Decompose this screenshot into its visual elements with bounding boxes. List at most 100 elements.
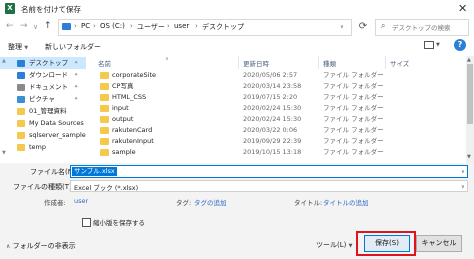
sidebar-item-label: My Data Sources xyxy=(29,119,84,127)
folder-icon xyxy=(17,119,25,127)
excel-icon: X xyxy=(5,3,15,14)
sidebar-item[interactable]: ピクチャ ✦ xyxy=(0,93,86,105)
window-title: 名前を付けて保存 xyxy=(21,5,81,14)
filename-value[interactable]: サンプル.xlsx xyxy=(72,167,117,176)
folder-icon xyxy=(100,138,109,145)
breadcrumb-pc[interactable]: PC xyxy=(81,22,90,30)
scroll-down-icon[interactable]: ▼ xyxy=(467,154,471,160)
file-modified: 2020/03/22 0:06 xyxy=(243,126,298,134)
breadcrumb-users[interactable]: ユーザー xyxy=(137,22,165,32)
sidebar-item[interactable]: sqlserver_sample xyxy=(0,129,86,141)
file-modified: 2019/07/15 2:20 xyxy=(243,93,298,101)
folder-icon xyxy=(17,143,25,151)
cancel-button[interactable]: キャンセル xyxy=(416,235,462,252)
refresh-icon[interactable]: ⟳ xyxy=(356,20,370,34)
download-icon xyxy=(17,71,25,79)
sidebar-item[interactable]: My Data Sources xyxy=(0,117,86,129)
chevron-right-icon: › xyxy=(74,22,77,30)
picture-icon xyxy=(17,95,25,103)
folder-icon xyxy=(100,105,109,112)
breadcrumb-drive[interactable]: OS (C:) xyxy=(100,22,125,30)
scroll-up-icon[interactable]: ▲ xyxy=(467,57,471,63)
file-row[interactable]: input 2020/02/24 15:30 ファイル フォルダー xyxy=(86,103,466,114)
chevron-down-icon: ▼ xyxy=(348,243,353,249)
file-row[interactable]: rakutenCard 2020/03/22 0:06 ファイル フォルダー xyxy=(86,125,466,136)
file-modified: 2019/10/15 13:18 xyxy=(243,148,302,156)
pin-icon: ✦ xyxy=(74,60,79,66)
folder-icon xyxy=(100,83,109,90)
file-row[interactable]: HTML_CSS 2019/07/15 2:20 ファイル フォルダー xyxy=(86,92,466,103)
sidebar-item[interactable]: temp xyxy=(0,141,86,153)
sidebar-item-label: temp xyxy=(29,143,47,151)
folder-icon xyxy=(100,72,109,79)
thumbnail-label[interactable]: 縮小版を保存する xyxy=(93,217,145,227)
sidebar-item[interactable]: 01_管理資料 xyxy=(0,105,86,117)
file-type: ファイル フォルダー xyxy=(323,148,384,156)
chevron-up-icon: ∧ xyxy=(6,243,11,250)
sidebar-item[interactable]: デスクトップ ✦ xyxy=(0,57,86,69)
file-name: sample xyxy=(112,148,136,156)
thumbnail-checkbox[interactable] xyxy=(82,218,91,227)
sidebar-item-label: sqlserver_sample xyxy=(29,131,86,139)
author-value[interactable]: user xyxy=(74,197,88,205)
chevron-down-icon: ▼ xyxy=(24,45,29,51)
up-button[interactable]: ↑ xyxy=(44,21,52,31)
sidebar-item[interactable]: ドキュメント ✦ xyxy=(0,81,86,93)
file-row[interactable]: CP写真 2020/03/14 23:58 ファイル フォルダー xyxy=(86,81,466,92)
file-name: HTML_CSS xyxy=(112,93,147,101)
file-modified: 2019/09/29 22:39 xyxy=(243,137,302,145)
document-icon xyxy=(17,83,25,91)
hide-folders-button[interactable]: ∧ フォルダーの非表示 xyxy=(6,241,76,251)
tags-value[interactable]: タグの追加 xyxy=(194,197,227,207)
file-type: ファイル フォルダー xyxy=(323,82,384,90)
chevron-right-icon: › xyxy=(93,22,96,30)
forward-button[interactable]: → xyxy=(20,21,28,31)
file-type: ファイル フォルダー xyxy=(323,104,384,112)
file-row[interactable]: corporateSite 2020/05/06 2:57 ファイル フォルダー xyxy=(86,70,466,81)
chevron-right-icon: › xyxy=(167,22,170,30)
file-row[interactable]: rakutenInput 2019/09/29 22:39 ファイル フォルダー xyxy=(86,136,466,147)
title-label: タイトル: xyxy=(294,199,323,207)
chevron-down-icon[interactable]: ▼ xyxy=(436,42,440,48)
file-name: rakutenCard xyxy=(112,126,153,134)
tools-button[interactable]: ツール(L) ▼ xyxy=(316,240,352,250)
organize-button[interactable]: 整理 ▼ xyxy=(8,42,28,52)
navigation-pane: デスクトップ ✦ ダウンロード ✦ ドキュメント ✦ ピクチャ ✦ 01_管理資料 My Data… xyxy=(0,56,86,163)
desktop-icon xyxy=(17,59,25,67)
chevron-down-icon[interactable]: ∨ xyxy=(461,169,465,175)
folder-icon xyxy=(17,131,25,139)
file-type: ファイル フォルダー xyxy=(323,93,384,101)
title-value[interactable]: タイトルの追加 xyxy=(323,197,369,207)
scrollbar-thumb[interactable] xyxy=(467,64,473,124)
sidebar-item-label: 01_管理資料 xyxy=(29,107,67,115)
chevron-down-icon[interactable]: ∨ xyxy=(461,184,465,190)
tags-label: タグ: xyxy=(176,199,192,207)
close-icon[interactable]: ✕ xyxy=(458,2,467,15)
filetype-label: ファイルの種類(T): xyxy=(13,183,75,191)
new-folder-button[interactable]: 新しいフォルダー xyxy=(45,42,101,52)
filename-field[interactable] xyxy=(70,165,468,178)
file-type: ファイル フォルダー xyxy=(323,71,384,79)
back-button[interactable]: ← xyxy=(6,21,14,31)
address-dropdown-icon[interactable]: ∨ xyxy=(340,24,344,30)
filetype-value: Excel ブック (*.xlsx) xyxy=(74,184,139,192)
recent-locations-button[interactable]: ∨ xyxy=(33,23,38,31)
file-row[interactable]: sample 2019/10/15 13:18 ファイル フォルダー xyxy=(86,147,466,158)
author-label: 作成者: xyxy=(44,199,66,207)
file-row[interactable]: output 2020/02/24 15:30 ファイル フォルダー xyxy=(86,114,466,125)
help-icon[interactable]: ? xyxy=(454,39,466,51)
sidebar-item-label: デスクトップ xyxy=(29,59,68,67)
folder-icon xyxy=(100,94,109,101)
chevron-right-icon: › xyxy=(195,22,198,30)
scroll-down-icon[interactable]: ▼ xyxy=(2,150,6,156)
pin-icon: ✦ xyxy=(74,72,79,78)
breadcrumb-user[interactable]: user xyxy=(174,22,189,30)
breadcrumb-desktop[interactable]: デスクトップ xyxy=(202,22,244,32)
sidebar-item-label: ダウンロード xyxy=(29,71,68,79)
file-name: output xyxy=(112,115,134,123)
sidebar-item[interactable]: ダウンロード ✦ xyxy=(0,69,86,81)
scroll-up-icon[interactable]: ▲ xyxy=(2,58,6,64)
view-options-icon[interactable] xyxy=(424,41,434,49)
search-icon: ⌕ xyxy=(381,21,386,30)
file-list: corporateSite 2020/05/06 2:57 ファイル フォルダー CP… xyxy=(86,56,466,163)
